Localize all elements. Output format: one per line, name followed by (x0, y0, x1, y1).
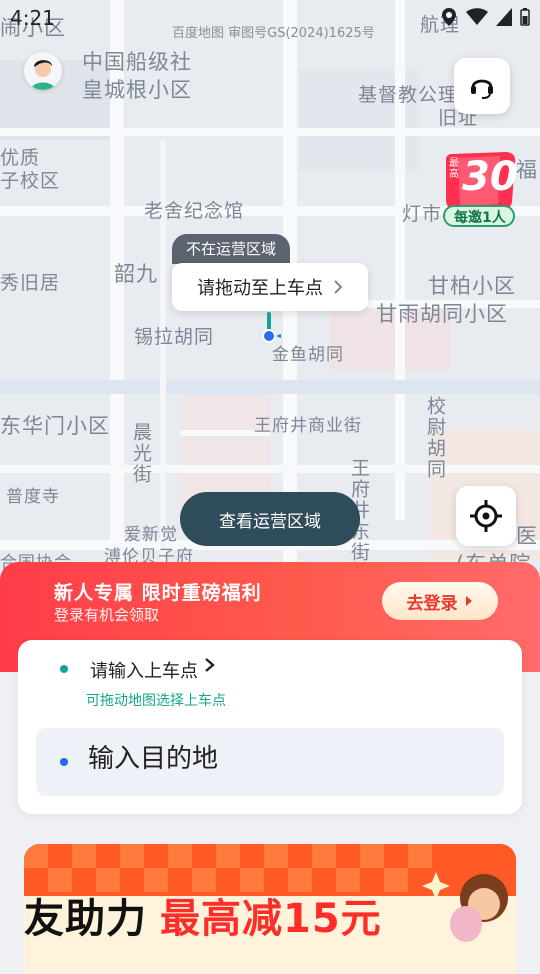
map-label: 普度寺 (6, 487, 60, 507)
not-in-service-tag: 不在运营区域 (172, 234, 291, 264)
promo-badge-sub: 每邀1人 (454, 210, 506, 226)
wifi-icon (466, 8, 488, 25)
map-label: 子校区 (0, 170, 61, 192)
login-button[interactable]: 去登录 (382, 582, 498, 620)
map-label: 王府井商业街 (254, 416, 362, 436)
user-avatar-icon (24, 52, 62, 90)
drag-tip-bubble[interactable]: 请拖动至上车点 (172, 263, 368, 311)
map-label: 东华门小区 (0, 414, 110, 438)
map-label: 晨光街 (130, 422, 152, 485)
map-label: 韶九 (114, 262, 158, 286)
map-label: 秀旧居 (0, 272, 61, 294)
customer-service-button[interactable] (454, 58, 510, 114)
battery-icon (520, 8, 530, 26)
location-icon (442, 8, 456, 26)
map-label: 灯市 (402, 203, 443, 225)
pickup-location-field[interactable]: 请输入上车点 (90, 657, 198, 683)
location-pin-icon (262, 312, 281, 343)
map-label: 医 (516, 524, 538, 548)
destination-dot-icon (60, 758, 68, 766)
map-label: 锡拉胡同 (134, 326, 215, 348)
map-label: 老舍纪念馆 (144, 200, 245, 222)
invite-promo-badge[interactable]: 最高 30 每邀1人 (440, 148, 518, 230)
banner-subtitle: 登录有机会领取 (54, 606, 160, 624)
avatar[interactable] (24, 52, 62, 90)
map-label: 校尉胡同 (424, 396, 446, 480)
status-bar: 4:21 (0, 0, 540, 36)
map-label: 甘雨胡同小区 (376, 302, 508, 326)
login-button-label: 去登录 (406, 593, 458, 614)
chevron-right-icon (465, 596, 472, 606)
map-label: 甘柏小区 (428, 274, 516, 298)
pickup-hint: 可拖动地图选择上车点 (86, 693, 226, 709)
drag-tip-text: 请拖动至上车点 (197, 278, 323, 299)
view-service-area-button[interactable]: 查看运营区域 (180, 492, 360, 546)
chevron-right-icon (204, 657, 216, 678)
map-pin[interactable] (258, 312, 282, 350)
promo-badge-amount: 30 (462, 154, 518, 200)
ad-text-friend-help: 友助力 (24, 896, 147, 942)
crosshair-icon (470, 500, 502, 532)
signal-icon (496, 8, 512, 26)
destination-input[interactable] (88, 744, 468, 774)
ad-text-discount: 最高减15元 (160, 896, 382, 942)
banner-title: 新人专属 限时重磅福利 (54, 582, 262, 604)
promo-badge-top: 最高 (449, 158, 459, 180)
system-icons (440, 7, 530, 27)
map-label: 金鱼胡同 (272, 345, 344, 365)
locate-me-button[interactable] (456, 486, 516, 546)
headset-icon (471, 79, 493, 99)
map-label: 皇城根小区 (82, 78, 192, 102)
pickup-dot-icon (60, 665, 68, 673)
map-label: 中国船级社 (82, 50, 192, 74)
chevron-right-icon (334, 280, 343, 294)
status-time: 4:21 (10, 6, 55, 30)
map-label: 福 (516, 158, 538, 182)
